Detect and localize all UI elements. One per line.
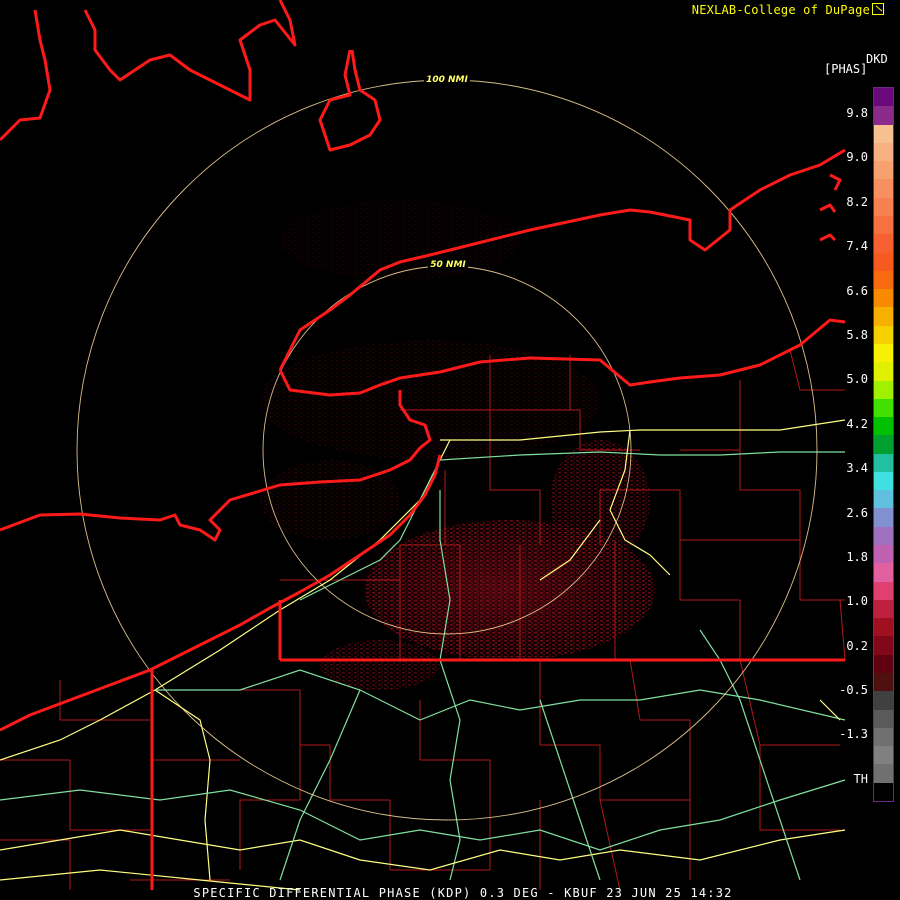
legend-color-segment bbox=[874, 307, 893, 327]
legend-color-segment bbox=[874, 435, 893, 455]
legend-units: [PHAS] bbox=[824, 62, 868, 76]
legend-color-segment bbox=[874, 161, 893, 180]
legend-color-segment bbox=[874, 490, 893, 509]
cursor-arrow-icon bbox=[872, 3, 884, 15]
legend-label: 2.6 bbox=[846, 506, 868, 520]
legend-color-segment bbox=[874, 508, 893, 528]
legend-color-segment bbox=[874, 746, 893, 765]
legend-color-segment bbox=[874, 691, 893, 711]
legend-label: 5.0 bbox=[846, 372, 868, 386]
legend-label: 3.4 bbox=[846, 461, 868, 475]
radar-echoes bbox=[260, 200, 655, 690]
legend-color-segment bbox=[874, 618, 893, 637]
legend-label: TH bbox=[853, 772, 868, 786]
legend-label: 0.2 bbox=[846, 639, 868, 653]
range-ring-label-50: 50 NMI bbox=[430, 260, 466, 270]
legend-color-segment bbox=[874, 362, 893, 381]
legend-color-segment bbox=[874, 124, 893, 144]
range-ring-label-100: 100 NMI bbox=[426, 75, 468, 85]
product-code: DKD bbox=[866, 52, 888, 66]
legend-color-segment bbox=[874, 782, 893, 802]
legend-color-segment bbox=[874, 88, 893, 107]
legend-color-segment bbox=[874, 709, 893, 729]
state-borders bbox=[0, 0, 846, 890]
legend-label: 6.6 bbox=[846, 284, 868, 298]
legend-color-segment bbox=[874, 215, 893, 235]
legend-color-segment bbox=[874, 252, 893, 272]
legend-label: 1.0 bbox=[846, 594, 868, 608]
color-legend-bar bbox=[873, 87, 894, 802]
legend-color-segment bbox=[874, 636, 893, 656]
legend-color-segment bbox=[874, 563, 893, 583]
radar-map: 50 NMI 100 NMI bbox=[0, 0, 846, 891]
legend-label: 1.8 bbox=[846, 550, 868, 564]
legend-color-segment bbox=[874, 270, 893, 290]
legend-color-segment bbox=[874, 581, 893, 601]
legend-color-segment bbox=[874, 106, 893, 126]
credit-label: NEXLAB-College of DuPage bbox=[691, 3, 870, 17]
legend-color-segment bbox=[874, 471, 893, 491]
legend-color-segment bbox=[874, 453, 893, 473]
legend-color-segment bbox=[874, 545, 893, 564]
legend-color-segment bbox=[874, 289, 893, 308]
product-footer: SPECIFIC DIFFERENTIAL PHASE (KDP) 0.3 DE… bbox=[193, 886, 733, 900]
legend-color-segment bbox=[874, 764, 893, 784]
legend-label: 7.4 bbox=[846, 239, 868, 253]
legend-label: 5.8 bbox=[846, 328, 868, 342]
legend-color-segment bbox=[874, 599, 893, 619]
legend-color-segment bbox=[874, 343, 893, 363]
legend-label: -0.5 bbox=[839, 683, 868, 697]
legend-color-segment bbox=[874, 727, 893, 747]
legend-color-segment bbox=[874, 380, 893, 400]
legend-color-segment bbox=[874, 234, 893, 254]
legend-label: 9.8 bbox=[846, 106, 868, 120]
legend-label: 8.2 bbox=[846, 195, 868, 209]
legend-color-segment bbox=[874, 654, 893, 674]
legend-color-segment bbox=[874, 179, 893, 199]
legend-color-segment bbox=[874, 142, 893, 162]
legend-color-segment bbox=[874, 197, 893, 217]
legend-color-segment bbox=[874, 417, 893, 436]
legend-color-segment bbox=[874, 398, 893, 418]
legend-color-segment bbox=[874, 526, 893, 546]
legend-label: -1.3 bbox=[839, 727, 868, 741]
legend-color-segment bbox=[874, 673, 893, 692]
credit-text: NEXLAB-College of DuPage bbox=[692, 3, 884, 17]
legend-label: 9.0 bbox=[846, 150, 868, 164]
legend-label: 4.2 bbox=[846, 417, 868, 431]
legend-color-segment bbox=[874, 325, 893, 345]
